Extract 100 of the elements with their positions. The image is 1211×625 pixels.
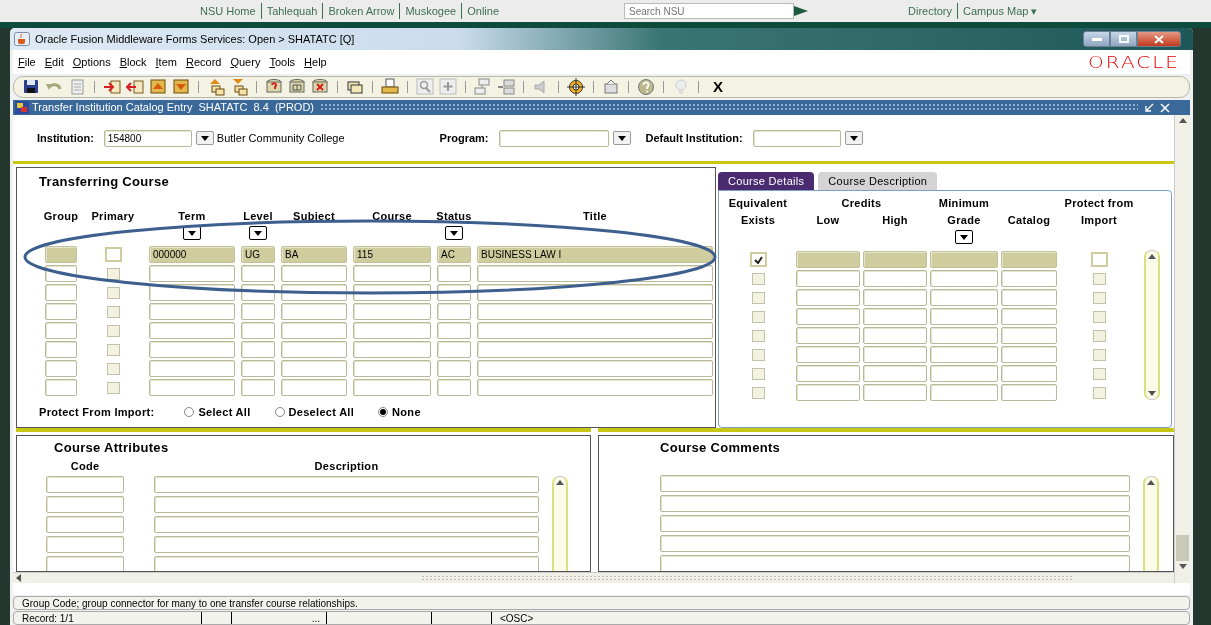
input-field[interactable] [154,555,539,571]
menu-item[interactable]: Tools [269,53,296,71]
input-field[interactable] [477,322,713,339]
input-field[interactable] [437,341,471,358]
input-field[interactable] [477,341,713,358]
checkbox[interactable] [1092,367,1106,380]
scrollbar[interactable] [552,475,568,571]
dropdown-button[interactable] [955,230,973,244]
input-field[interactable] [45,303,77,320]
exit-button[interactable]: X [713,75,723,99]
checkbox[interactable] [1092,329,1106,342]
dropdown-button[interactable] [445,226,463,240]
input-field[interactable]: UG [241,246,275,263]
input-field[interactable] [1001,270,1057,287]
menu-item[interactable]: Query [230,53,261,71]
input-field[interactable] [930,346,998,363]
menu-item[interactable]: Block [119,53,147,71]
down-arrow-icon[interactable] [1178,564,1187,569]
checkbox[interactable] [751,272,765,285]
checkbox[interactable] [751,386,765,399]
input-field[interactable] [45,379,77,396]
nav-link[interactable]: Tahlequah [260,2,318,20]
crosshair-icon[interactable] [567,78,585,96]
checkbox[interactable] [106,286,120,299]
checkbox[interactable] [106,267,120,280]
menu-item[interactable]: File [18,53,36,71]
input-field[interactable] [796,270,860,287]
input-field[interactable] [281,360,347,377]
input-field[interactable] [45,322,77,339]
minimize-icon[interactable] [1144,102,1154,113]
input-field[interactable] [1001,289,1057,306]
radio-button[interactable]: Select All [184,404,251,421]
input-field[interactable] [477,379,713,396]
magnifier-icon[interactable] [416,78,434,96]
input-field[interactable] [241,303,275,320]
input-field[interactable] [154,535,539,553]
input-field[interactable]: 115 [353,246,431,263]
input-field[interactable] [796,251,860,268]
input-field[interactable] [149,360,235,377]
nav-link[interactable]: Directory [908,2,952,20]
input-field[interactable] [796,365,860,382]
dropdown-button[interactable] [249,226,267,240]
menu-item[interactable]: Help [304,53,327,71]
up-arrow-icon[interactable] [1178,118,1187,123]
cylinder-cross-icon[interactable] [311,78,329,96]
checkbox[interactable] [106,362,120,375]
input-field[interactable] [45,246,77,263]
input-field[interactable] [353,322,431,339]
input-field[interactable] [46,475,124,493]
input-field[interactable] [477,284,713,301]
input-field[interactable] [930,251,998,268]
input-field[interactable] [863,289,927,306]
input-field[interactable]: 154800 [103,129,192,147]
up-arrow-icon[interactable] [556,479,564,485]
input-field[interactable] [863,308,927,325]
input-field[interactable] [437,303,471,320]
input-field[interactable] [1001,384,1057,401]
input-field[interactable] [241,322,275,339]
input-field[interactable] [353,341,431,358]
input-field[interactable]: BUSINESS LAW I [477,246,713,263]
input-field[interactable] [863,251,927,268]
checkbox[interactable] [751,310,765,323]
down-triangle-box-icon[interactable] [172,78,190,96]
input-field[interactable] [46,515,124,533]
dropdown-button[interactable] [612,131,631,146]
cylinder-grid-icon[interactable] [288,78,306,96]
input-field[interactable] [149,379,235,396]
menu-item[interactable]: Record [185,53,222,71]
input-field[interactable] [46,495,124,513]
input-field[interactable] [353,265,431,282]
page-icon[interactable] [68,78,86,96]
input-field[interactable] [45,360,77,377]
input-field[interactable] [437,360,471,377]
input-field[interactable] [660,475,1130,492]
input-field[interactable] [241,360,275,377]
boxes-arrow-icon[interactable] [497,78,515,96]
nav-link[interactable]: Campus Map ▾ [957,2,1038,20]
input-field[interactable] [477,303,713,320]
down-arrow-icon[interactable] [1148,391,1156,396]
checkbox[interactable] [1092,291,1106,304]
close-icon[interactable] [1160,102,1170,113]
input-field[interactable]: BA [281,246,347,263]
arrow-into-box-icon[interactable] [103,78,121,96]
input-field[interactable] [863,346,927,363]
input-field[interactable] [437,379,471,396]
nav-link[interactable]: NSU Home [200,2,256,20]
input-field[interactable] [1001,346,1057,363]
checkbox[interactable] [751,291,765,304]
input-field[interactable] [353,303,431,320]
input-field[interactable] [437,265,471,282]
checkbox[interactable] [1090,252,1108,267]
input-field[interactable] [660,555,1130,571]
input-field[interactable] [1001,365,1057,382]
plus-icon[interactable] [439,78,457,96]
input-field[interactable] [437,322,471,339]
input-field[interactable] [154,495,539,513]
stacked-sheets-icon[interactable] [346,78,364,96]
checkbox[interactable] [106,343,120,356]
input-field[interactable] [281,303,347,320]
checkbox[interactable] [106,381,120,394]
